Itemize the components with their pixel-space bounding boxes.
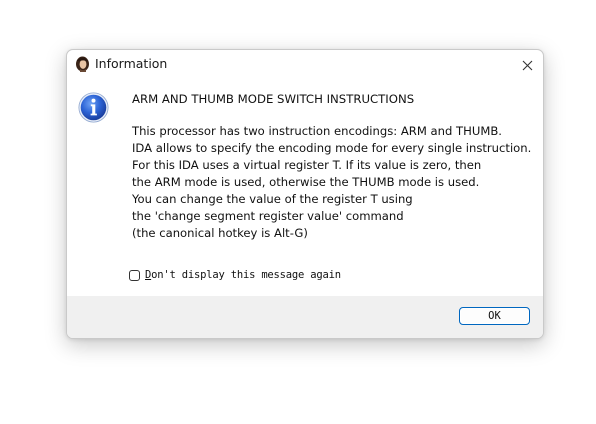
message-line: You can change the value of the register… bbox=[132, 192, 413, 206]
message-body: This processor has two instruction encod… bbox=[132, 123, 538, 242]
window-title: Information bbox=[95, 56, 168, 71]
message-heading: ARM AND THUMB MODE SWITCH INSTRUCTIONS bbox=[132, 92, 415, 106]
information-dialog: Information ARM AND THUMB MODE SWITCH IN… bbox=[66, 49, 544, 339]
ida-pro-icon bbox=[74, 56, 91, 73]
message-line: IDA allows to specify the encoding mode … bbox=[132, 141, 532, 155]
dont-display-option[interactable]: Don't display this message again bbox=[129, 267, 341, 283]
message-content: ARM AND THUMB MODE SWITCH INSTRUCTIONS T… bbox=[132, 91, 538, 242]
close-button[interactable] bbox=[516, 55, 538, 75]
dont-display-checkbox[interactable] bbox=[129, 269, 140, 281]
close-icon bbox=[522, 60, 533, 71]
message-line: This processor has two instruction encod… bbox=[132, 124, 502, 138]
dont-display-label[interactable]: Don't display this message again bbox=[145, 269, 341, 281]
ok-button[interactable]: OK bbox=[459, 307, 530, 325]
message-line: (the canonical hotkey is Alt-G) bbox=[132, 226, 308, 240]
message-line: For this IDA uses a virtual register T. … bbox=[132, 158, 482, 172]
message-line: the ARM mode is used, otherwise the THUM… bbox=[132, 175, 480, 189]
dont-display-label-text: on't display this message again bbox=[151, 269, 341, 281]
button-bar: OK bbox=[67, 296, 543, 338]
message-line: the 'change segment register value' comm… bbox=[132, 209, 404, 223]
info-icon bbox=[78, 92, 109, 123]
title-bar[interactable]: Information bbox=[67, 50, 543, 80]
